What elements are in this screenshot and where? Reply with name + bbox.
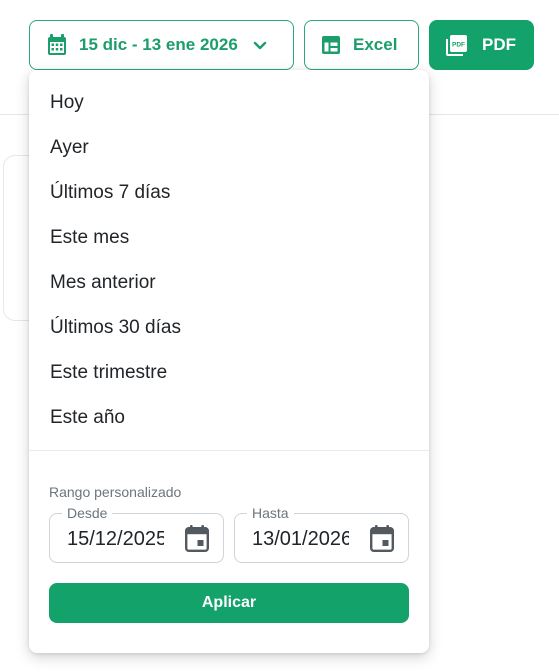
date-range-dropdown: Hoy Ayer Últimos 7 días Este mes Mes ant… [29,70,429,653]
option-ayer[interactable]: Ayer [50,136,89,160]
option-hoy[interactable]: Hoy [50,91,84,115]
hasta-date-field[interactable]: Hasta 13/01/2026 [234,505,409,563]
option-este-ano[interactable]: Este año [50,406,125,430]
excel-export-button[interactable]: Excel [304,20,419,70]
option-este-trimestre[interactable]: Este trimestre [50,361,167,385]
dropdown-divider [29,450,429,451]
apply-button[interactable]: Aplicar [49,583,409,623]
option-este-mes[interactable]: Este mes [50,226,129,250]
date-range-label: 15 dic - 13 ene 2026 [79,35,238,54]
option-mes-anterior[interactable]: Mes anterior [50,271,156,295]
calendar-icon[interactable] [185,525,209,552]
pdf-label: PDF [482,35,516,54]
hasta-value[interactable]: 13/01/2026 [252,526,349,552]
desde-date-field[interactable]: Desde 15/12/2025 [49,505,224,563]
pdf-icon-text: PDF [452,42,465,49]
pdf-icon: PDF [446,34,468,56]
desde-value[interactable]: 15/12/2025 [67,526,164,552]
pdf-export-button[interactable]: PDF PDF [429,20,534,70]
calendar-icon [47,34,67,56]
hasta-label: Hasta [247,505,294,521]
table-icon [321,35,341,55]
option-ultimos-7-dias[interactable]: Últimos 7 días [50,181,170,205]
date-range-button[interactable]: 15 dic - 13 ene 2026 [29,20,294,70]
option-ultimos-30-dias[interactable]: Últimos 30 días [50,316,181,340]
desde-label: Desde [62,505,113,521]
custom-range-title: Rango personalizado [49,484,182,500]
excel-label: Excel [353,35,398,54]
calendar-icon[interactable] [370,525,394,552]
chevron-down-icon [253,41,267,50]
